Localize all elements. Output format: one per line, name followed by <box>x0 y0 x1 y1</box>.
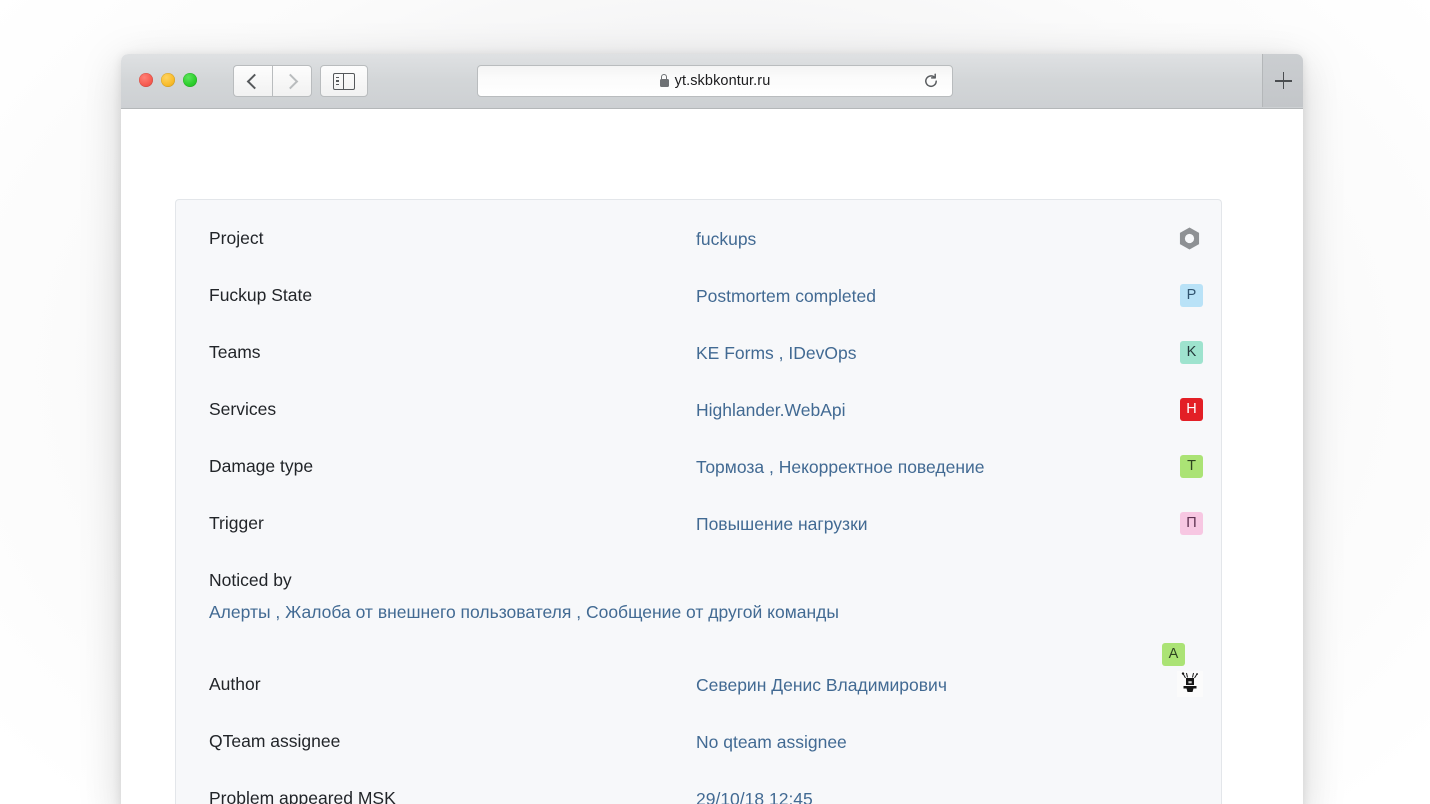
minimize-window-button[interactable] <box>161 73 175 87</box>
field-value-link[interactable]: fuckups <box>696 226 1163 253</box>
field-badge[interactable] <box>1163 226 1203 252</box>
field-value-link[interactable]: No qteam assignee <box>696 729 1163 756</box>
service-badge: H <box>1180 398 1203 421</box>
screenshot-stage: yt.skbkontur.ru Project fuckups <box>0 0 1430 804</box>
field-row-teams: Teams KE Forms , IDevOps K <box>176 340 1221 397</box>
field-label: Noticed by <box>209 568 696 593</box>
noticed-by-badge: А <box>1162 643 1185 666</box>
field-value-link[interactable]: Северин Денис Владимирович <box>696 672 1163 699</box>
field-badge[interactable] <box>1163 672 1203 697</box>
field-label: Teams <box>209 340 696 365</box>
field-row-project: Project fuckups <box>176 226 1221 283</box>
field-row-trigger: Trigger Повышение нагрузки П <box>176 511 1221 568</box>
field-label: QTeam assignee <box>209 729 696 754</box>
close-window-button[interactable] <box>139 73 153 87</box>
field-badge[interactable]: K <box>1163 340 1203 364</box>
field-label: Author <box>209 672 696 697</box>
address-bar-url: yt.skbkontur.ru <box>675 73 771 89</box>
sidebar-toggle-button[interactable] <box>320 65 368 97</box>
field-value-link[interactable]: Highlander.WebApi <box>696 397 1163 424</box>
field-row-damage-type: Damage type Тормоза , Некорректное повед… <box>176 454 1221 511</box>
browser-toolbar: yt.skbkontur.ru <box>121 54 1303 109</box>
field-label: Problem appeared MSK <box>209 786 696 804</box>
lock-icon <box>660 79 669 87</box>
field-row-problem-appeared: Problem appeared MSK 29/10/18 12:45 <box>176 786 1221 804</box>
field-value-link[interactable]: KE Forms , IDevOps <box>696 340 1163 367</box>
navigation-buttons <box>233 65 312 97</box>
chevron-left-icon <box>247 73 263 89</box>
field-label: Damage type <box>209 454 696 479</box>
field-badge[interactable]: П <box>1163 511 1203 535</box>
field-badge-placeholder <box>1163 786 1203 787</box>
field-row-services: Services Highlander.WebApi H <box>176 397 1221 454</box>
reload-icon[interactable] <box>923 73 939 89</box>
sidebar-icon <box>333 73 355 90</box>
field-badge[interactable]: H <box>1163 397 1203 421</box>
state-badge: P <box>1180 284 1203 307</box>
team-badge: K <box>1180 341 1203 364</box>
page-content: Project fuckups Fuckup State Postmortem … <box>121 109 1303 804</box>
field-row-noticed-by: Noticed by Алерты , Жалоба от внешнего п… <box>176 568 1221 672</box>
field-badge-placeholder <box>1163 599 1203 600</box>
browser-window: yt.skbkontur.ru Project fuckups <box>121 54 1303 804</box>
trigger-badge: П <box>1180 512 1203 535</box>
plus-icon <box>1275 72 1292 89</box>
damage-type-badge: Т <box>1180 455 1203 478</box>
field-badge[interactable]: Т <box>1163 454 1203 478</box>
address-bar[interactable]: yt.skbkontur.ru <box>477 65 953 97</box>
field-badge[interactable]: P <box>1163 283 1203 307</box>
noticed-by-badge-row[interactable]: А <box>209 643 1203 666</box>
issue-fields-panel: Project fuckups Fuckup State Postmortem … <box>175 199 1222 804</box>
field-label: Fuckup State <box>209 283 696 308</box>
field-label: Services <box>209 397 696 422</box>
field-row-fuckup-state: Fuckup State Postmortem completed P <box>176 283 1221 340</box>
field-value-link[interactable]: Повышение нагрузки <box>696 511 1163 538</box>
field-badge-placeholder <box>1163 729 1203 730</box>
forward-button[interactable] <box>272 65 312 97</box>
author-avatar <box>1177 671 1203 697</box>
field-row-qteam-assignee: QTeam assignee No qteam assignee <box>176 729 1221 786</box>
field-value-link[interactable]: Postmortem completed <box>696 283 1163 310</box>
new-tab-button[interactable] <box>1262 54 1303 107</box>
back-button[interactable] <box>233 65 272 97</box>
window-controls <box>139 73 197 87</box>
chevron-right-icon <box>283 73 299 89</box>
field-label: Trigger <box>209 511 696 536</box>
field-value-link[interactable]: Алерты , Жалоба от внешнего пользователя… <box>209 599 1163 626</box>
field-value-link[interactable]: Тормоза , Некорректное поведение <box>696 454 1163 481</box>
field-label: Project <box>209 226 696 251</box>
maximize-window-button[interactable] <box>183 73 197 87</box>
project-nut-icon <box>1176 225 1203 252</box>
field-row-author: Author Северин Денис Владимирович <box>176 672 1221 729</box>
field-value-link[interactable]: 29/10/18 12:45 <box>696 786 1163 804</box>
